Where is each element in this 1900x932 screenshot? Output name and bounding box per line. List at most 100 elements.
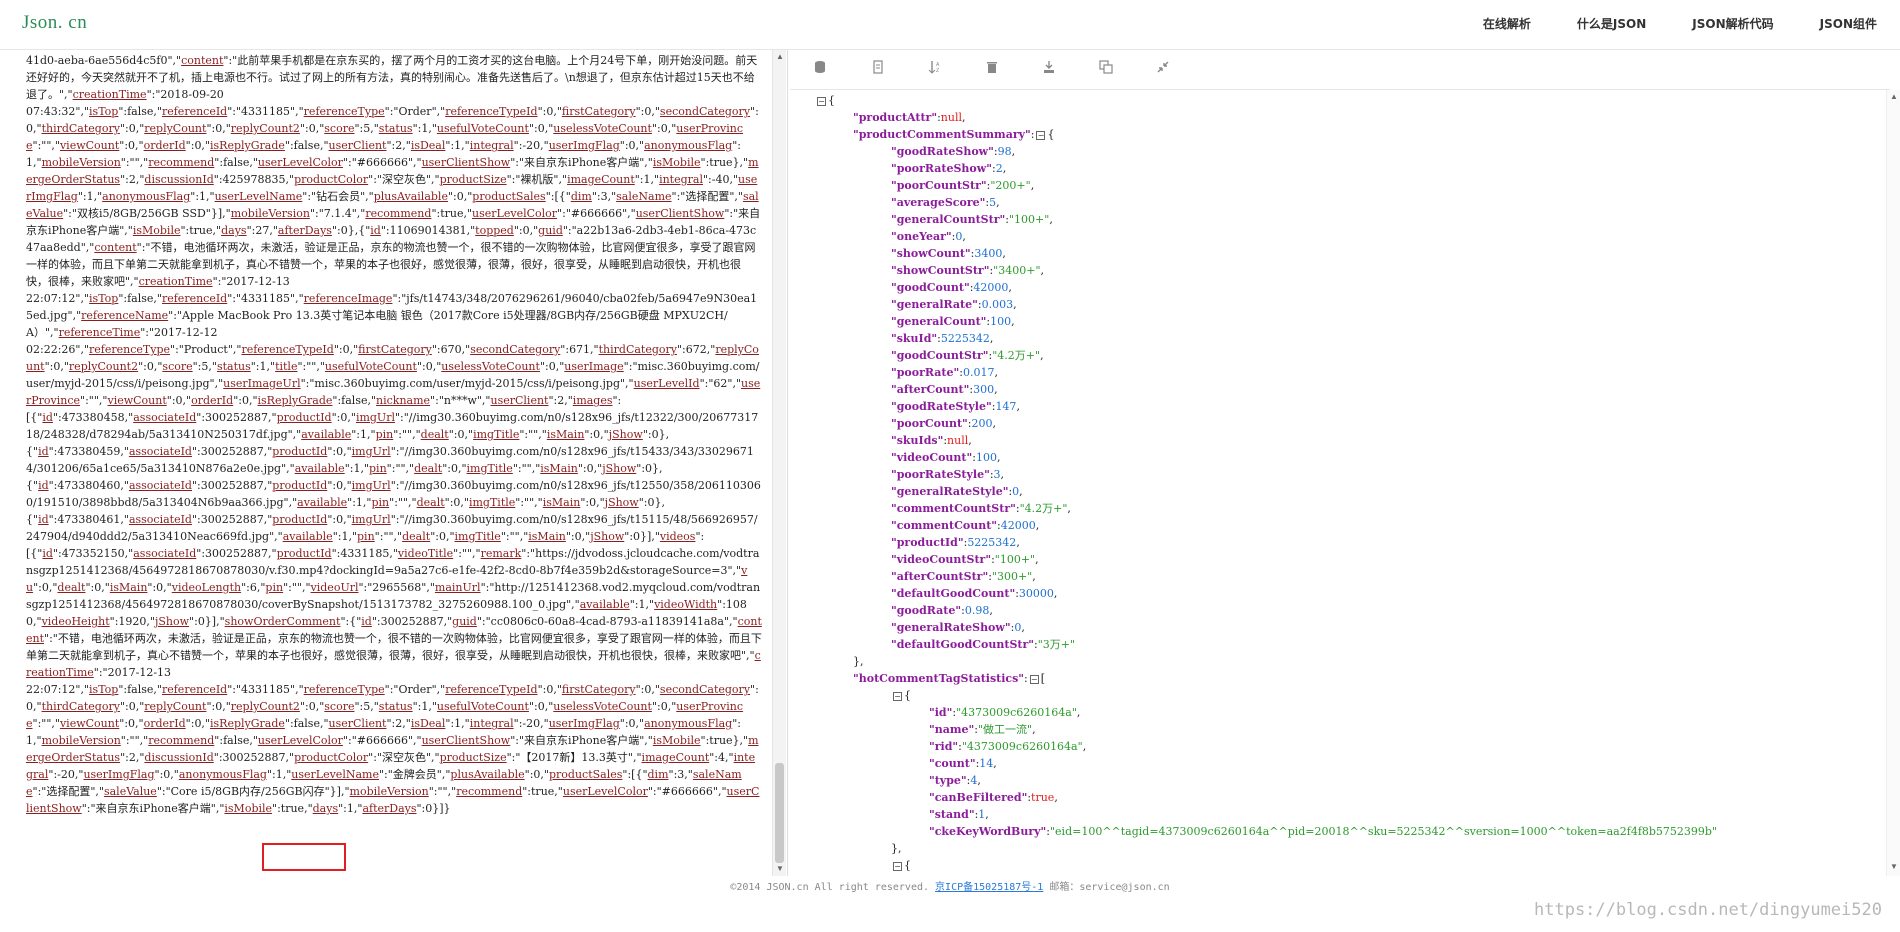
json-input-panel[interactable]: 41d0-aeba-6ae556d4c5f0","content":"此前苹果手… (0, 50, 788, 876)
tree-key: "showCountStr" (891, 264, 990, 277)
tree-value: "4373009c6260164a" (961, 740, 1083, 753)
nav-what-is-json[interactable]: 什么是JSON (1554, 0, 1669, 50)
tree-value: "3400+" (993, 264, 1041, 277)
tree-key: "poorRateShow" (891, 162, 992, 175)
nav-json-components[interactable]: JSON组件 (1797, 0, 1900, 50)
tree-key: "showCount" (891, 247, 971, 260)
nav-online-parse[interactable]: 在线解析 (1460, 0, 1554, 50)
tree-row: "goodRateStyle":147, (891, 400, 1020, 413)
tree-value: 5225342 (967, 536, 1017, 549)
input-text-line: 07:43:32","isTop":false,"referenceId":"4… (26, 105, 761, 288)
json-tree-view: −{"productAttr":null, "productCommentSumm… (815, 92, 1875, 874)
tree-key: "skuId" (891, 332, 938, 345)
tree-row: "defaultGoodCount":30000, (891, 587, 1058, 600)
tree-value: 14 (979, 757, 994, 770)
view-scroll-up-icon[interactable]: ▲ (1890, 92, 1898, 101)
input-text-line: 02:22:26","referenceType":"Product","ref… (26, 343, 761, 407)
collapse-toggle-icon[interactable]: − (1029, 674, 1039, 684)
tree-row: "poorRateShow":2, (891, 162, 1007, 175)
scroll-up-arrow-icon[interactable]: ▲ (776, 52, 784, 61)
copy-icon[interactable] (1096, 60, 1116, 80)
tree-row: "id":"4373009c6260164a", (929, 706, 1081, 719)
tree-key: "goodRateStyle" (891, 400, 992, 413)
sort-icon[interactable]: AZ (925, 60, 945, 80)
nav-json-code[interactable]: JSON解析代码 (1669, 0, 1796, 50)
main-nav: 在线解析 什么是JSON JSON解析代码 JSON组件 (1460, 0, 1900, 50)
tree-value: "100+" (1008, 213, 1050, 226)
tree-value: "4.2万+" (992, 349, 1041, 362)
tree-key: "generalRate" (891, 298, 978, 311)
tree-key: "canBeFiltered" (929, 791, 1028, 804)
tree-value: 0 (1014, 621, 1022, 634)
input-text-line: [{"id":473380458,"associateId":300252887… (26, 411, 759, 441)
tree-key: "stand" (929, 808, 975, 821)
tree-row: "count":14, (929, 757, 997, 770)
tree-row: "videoCountStr":"100+", (891, 553, 1039, 566)
tree-row: "skuId":5225342, (891, 332, 994, 345)
tree-value: 0.98 (964, 604, 990, 617)
compress-icon[interactable] (1153, 60, 1173, 80)
tree-row: "commentCount":42000, (891, 519, 1040, 532)
input-text-line: 41d0-aeba-6ae556d4c5f0","content":"此前苹果手… (26, 54, 758, 101)
tree-value: 2 (995, 162, 1003, 175)
download-icon[interactable] (1039, 60, 1059, 80)
input-scrollbar-thumb[interactable] (775, 763, 784, 863)
tree-row: "canBeFiltered":true, (929, 791, 1058, 804)
view-scrollbar[interactable]: ▲ ▼ (1886, 90, 1900, 876)
tree-value: 0 (1012, 485, 1020, 498)
footer-icp-link[interactable]: 京ICP备15025187号-1 (935, 882, 1043, 893)
tree-key: "rid" (929, 740, 959, 753)
tree-row: "name":"做工一流", (929, 723, 1036, 736)
scroll-down-arrow-icon[interactable]: ▼ (776, 864, 784, 873)
tree-key: "goodRateShow" (891, 145, 994, 158)
tree-row: "generalRateShow":0, (891, 621, 1025, 634)
site-logo[interactable]: Json. cn (22, 12, 87, 34)
tree-key: "productAttr" (853, 111, 938, 124)
tree-value: "做工一流" (977, 723, 1033, 736)
tree-value: 3400 (974, 247, 1003, 260)
tree-row: "goodCount":42000, (891, 281, 1012, 294)
tree-value: 200 (971, 417, 993, 430)
database-icon[interactable] (810, 60, 830, 80)
tree-row: "generalRate":0.003, (891, 298, 1017, 311)
tree-key: "videoCount" (891, 451, 973, 464)
tree-value: 42000 (973, 281, 1009, 294)
tree-row: "hotCommentTagStatistics": −[ (853, 672, 1046, 685)
svg-text:Z: Z (936, 68, 939, 74)
tree-value: 3 (993, 468, 1001, 481)
tree-value: 98 (997, 145, 1012, 158)
file-icon[interactable] (868, 60, 888, 80)
tree-row: "poorRate":0.017, (891, 366, 998, 379)
tree-key: "poorCountStr" (891, 179, 987, 192)
tree-key: "poorRateStyle" (891, 468, 990, 481)
tree-row: −{ (893, 689, 911, 702)
tree-key: "generalRateStyle" (891, 485, 1009, 498)
delete-icon[interactable] (982, 60, 1002, 80)
view-scroll-down-icon[interactable]: ▼ (1890, 862, 1898, 871)
tree-row: "averageScore":5, (891, 196, 1000, 209)
json-input-textarea[interactable]: 41d0-aeba-6ae556d4c5f0","content":"此前苹果手… (26, 52, 762, 817)
tree-row: "productId":5225342, (891, 536, 1020, 549)
collapse-toggle-icon[interactable]: − (1036, 130, 1046, 140)
input-scrollbar[interactable]: ▲ ▼ (772, 50, 786, 876)
tree-row: "poorCount":200, (891, 417, 997, 430)
collapse-toggle-icon[interactable]: − (893, 861, 902, 871)
input-text-line: [{"id":473352150,"associateId":300252887… (26, 547, 762, 679)
tree-value: 0 (955, 230, 963, 243)
collapse-toggle-icon[interactable]: − (817, 96, 826, 106)
tree-row: "rid":"4373009c6260164a", (929, 740, 1087, 753)
tree-row: "skuIds":null, (891, 434, 972, 447)
tree-value: 4 (970, 774, 978, 787)
tree-row: −{ (893, 859, 911, 872)
tree-row: "goodCountStr":"4.2万+", (891, 349, 1044, 362)
tree-value: 0.003 (981, 298, 1014, 311)
tree-row: "defaultGoodCountStr":"3万+" (891, 638, 1076, 651)
tree-key: "id" (929, 706, 953, 719)
collapse-toggle-icon[interactable]: − (893, 691, 902, 701)
tree-key: "skuIds" (891, 434, 944, 447)
input-text-line: {"id":473380459,"associateId":300252887,… (26, 445, 754, 475)
tree-value: 100 (990, 315, 1012, 328)
view-toolbar: AZ (790, 50, 1890, 90)
tree-key: "type" (929, 774, 967, 787)
tree-row: "videoCount":100, (891, 451, 1001, 464)
